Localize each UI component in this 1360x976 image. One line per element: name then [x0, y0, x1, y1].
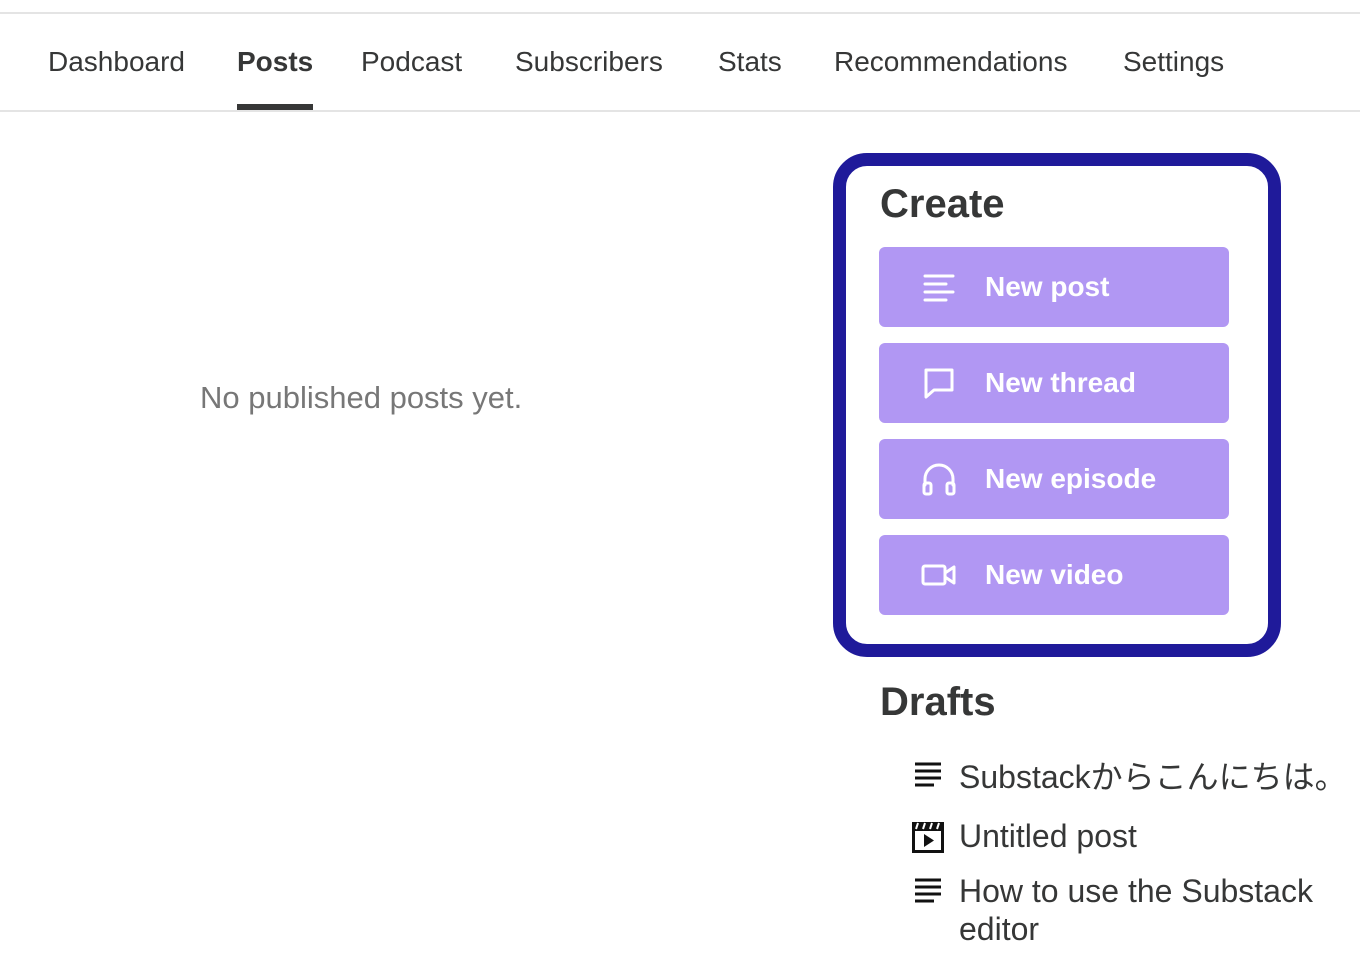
text-lines-icon — [923, 274, 955, 302]
draft-item[interactable]: Substackからこんにちは。 — [910, 758, 1350, 798]
new-thread-label: New thread — [985, 367, 1136, 398]
headphones-icon — [922, 463, 956, 496]
draft-title: Untitled post — [959, 818, 1137, 854]
video-camera-icon — [921, 564, 956, 586]
tab-settings[interactable]: Settings — [1123, 44, 1224, 80]
tab-recommendations[interactable]: Recommendations — [834, 44, 1067, 80]
text-lines-icon — [915, 878, 941, 903]
tab-posts[interactable]: Posts — [237, 44, 313, 80]
new-post-label: New post — [985, 271, 1110, 302]
new-episode-button[interactable]: New episode — [879, 439, 1229, 519]
new-video-button[interactable]: New video — [879, 535, 1229, 615]
new-episode-label: New episode — [985, 463, 1157, 494]
tab-dashboard[interactable]: Dashboard — [48, 44, 185, 80]
text-lines-icon — [915, 762, 941, 787]
new-thread-button[interactable]: New thread — [879, 343, 1229, 423]
new-video-label: New video — [985, 559, 1124, 590]
draft-item[interactable]: Untitled post — [910, 817, 1350, 857]
draft-title: Substackからこんにちは。 — [959, 759, 1347, 795]
empty-posts-message: No published posts yet. — [200, 380, 523, 415]
top-nav: Dashboard Posts Podcast Subscribers Stat… — [0, 14, 1360, 112]
create-heading: Create — [880, 182, 1005, 226]
tab-podcast[interactable]: Podcast — [361, 44, 462, 80]
draft-item[interactable]: How to use the Substack editor — [910, 872, 1350, 952]
draft-title: How to use the Substack editor — [959, 873, 1313, 947]
drafts-heading: Drafts — [880, 680, 996, 724]
tab-stats[interactable]: Stats — [718, 44, 782, 80]
speech-bubble-icon — [924, 368, 954, 399]
tab-subscribers[interactable]: Subscribers — [515, 44, 663, 80]
active-tab-indicator — [237, 104, 313, 110]
new-post-button[interactable]: New post — [879, 247, 1229, 327]
video-clapper-icon — [912, 822, 944, 853]
